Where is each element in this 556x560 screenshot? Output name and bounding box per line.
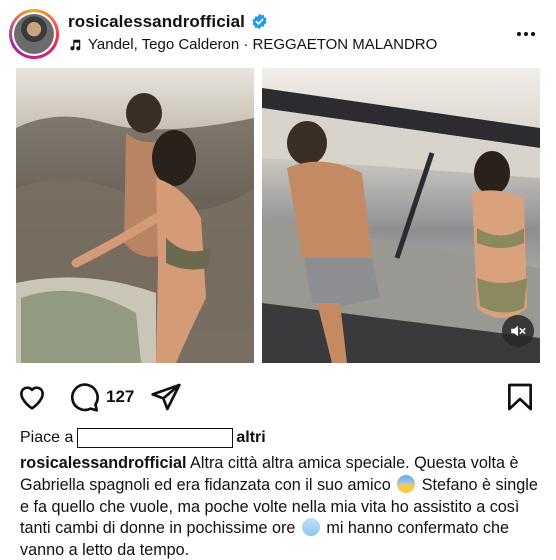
avatar [14,14,54,54]
verified-badge-icon [252,13,267,30]
more-horizontal-icon[interactable] [514,22,538,46]
music-label: Yandel, Tego Calderon · REGGAETON MALAND… [88,36,438,53]
post-caption: rosicalessandrofficial Altra città altra… [20,453,540,560]
photo-right [262,68,540,363]
post-media[interactable] [0,68,556,368]
cold-face-emoji-icon [301,518,320,537]
paper-plane-icon[interactable] [150,381,182,413]
comment-count[interactable]: 127 [106,387,134,407]
likes-prefix: Piace a [20,429,74,446]
music-row[interactable]: Yandel, Tego Calderon · REGGAETON MALAND… [68,36,437,53]
beach-rocks-illustration [16,93,254,363]
post-header: rosicalessandrofficial Yandel, Tego Cald… [0,0,556,68]
post-username[interactable]: rosicalessandrofficial [68,12,245,32]
muted-speaker-icon [511,325,526,337]
boat-illustration [262,88,540,363]
avatar-story-ring[interactable] [9,9,59,59]
music-note-icon [70,39,81,50]
fearful-face-emoji-icon [397,474,416,493]
heart-icon[interactable] [16,381,48,413]
comment-bubble-icon[interactable] [68,381,100,413]
bookmark-icon[interactable] [504,381,536,413]
post-actions: 127 [0,375,556,419]
photo-left [16,68,254,363]
likes-line: Piace a altri [20,428,266,448]
caption-username[interactable]: rosicalessandrofficial [20,454,186,472]
redacted-username-box[interactable] [77,428,234,448]
mute-button[interactable] [502,315,534,347]
likes-suffix[interactable]: altri [236,429,265,447]
